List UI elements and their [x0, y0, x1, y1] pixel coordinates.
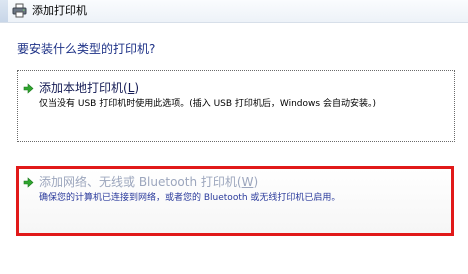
green-arrow-icon [23, 83, 34, 94]
page-heading: 要安装什么类型的打印机? [17, 42, 156, 56]
add-local-printer-option[interactable]: 添加本地打印机(L) 仅当没有 USB 打印机时使用此选项。(插入 USB 打印… [17, 70, 455, 142]
printer-icon [12, 3, 27, 18]
option-title: 添加本地打印机(L) [39, 81, 140, 95]
option-description: 仅当没有 USB 打印机时使用此选项。(插入 USB 打印机后，Windows … [39, 99, 376, 109]
green-arrow-icon [23, 177, 34, 188]
option-description: 确保您的计算机已连接到网络，或者您的 Bluetooth 或无线打印机已启用。 [39, 193, 341, 203]
back-button[interactable] [0, 0, 8, 22]
add-network-printer-option[interactable]: 添加网络、无线或 Bluetooth 打印机(W) 确保您的计算机已连接到网络，… [16, 166, 454, 236]
accelerator-key: W [241, 175, 254, 189]
title-bar: 添加打印机 [0, 0, 468, 23]
window-title: 添加打印机 [32, 4, 87, 17]
option-title: 添加网络、无线或 Bluetooth 打印机(W) [39, 175, 259, 189]
